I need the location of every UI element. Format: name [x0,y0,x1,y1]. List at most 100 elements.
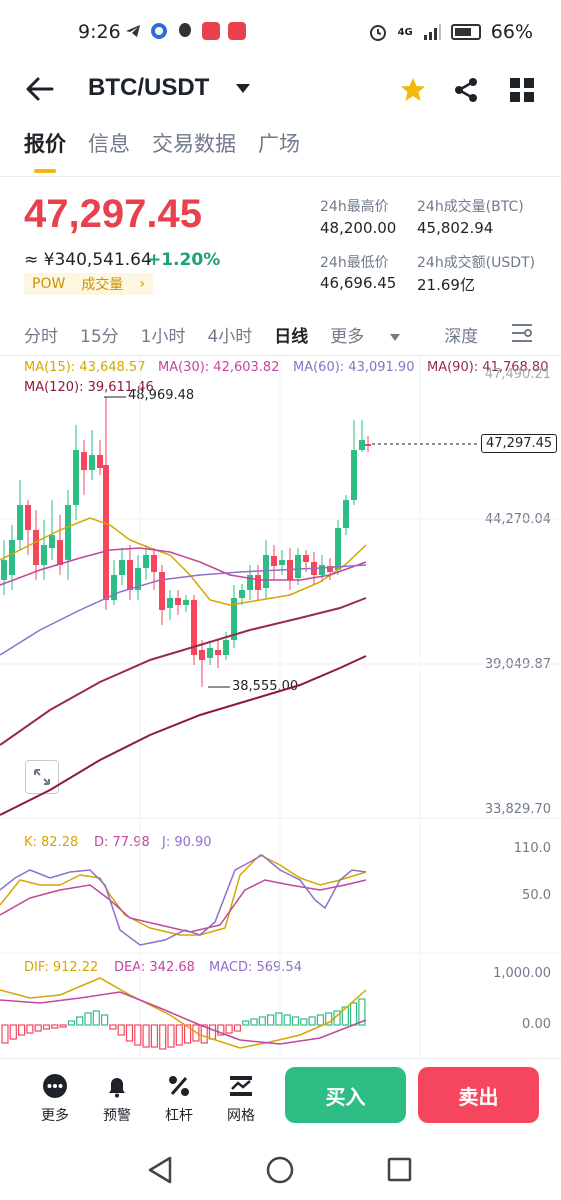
macd-bar [18,1024,26,1036]
sell-button[interactable]: 卖出 [418,1067,539,1123]
macd-bar [109,1024,117,1030]
macd-lines [0,977,367,1049]
candle-body [199,650,205,660]
bell-icon [109,1078,125,1098]
macd-bar [275,1012,283,1026]
grid-label: 网格 [227,1108,255,1124]
candle-body [215,650,221,655]
kline-chart[interactable] [0,0,561,1200]
macd-bar [291,1016,300,1026]
nav-back-icon [148,1156,172,1184]
candle-body [1,560,7,580]
macd-bar [300,1018,308,1026]
candle-body [151,555,157,572]
candle-body [279,560,285,565]
macd-bar [316,1014,324,1026]
macd-bar [9,1024,17,1040]
candle-body [65,505,71,560]
candle-body [143,555,149,568]
macd-bar [350,1002,358,1026]
candle-body [73,450,79,505]
candle-body [271,556,277,566]
candle-body [159,572,165,610]
candle-body [239,590,245,598]
kdj-j-line [0,854,367,946]
nav-home-icon [266,1156,294,1184]
macd-bar [233,1024,241,1032]
more-button[interactable]: 更多 [30,1073,80,1125]
candle-body [41,545,47,565]
system-nav-bar [148,1156,412,1184]
candle-body [303,555,309,562]
candle-body [33,530,39,565]
grid-trading-icon [230,1076,252,1096]
macd-bar [242,1020,250,1026]
macd-bar [250,1018,258,1026]
macd-bar [100,1014,109,1026]
candle-body [49,535,55,548]
macd-bar [1,1024,9,1044]
macd-bar [150,1024,158,1048]
macd-bar [308,1016,316,1026]
nav-recents-icon [387,1157,412,1182]
macd-bar [159,1024,167,1050]
candle-body [183,600,189,605]
kdj-indicator [0,854,367,946]
macd-bar [175,1024,183,1046]
candle-body [365,444,371,446]
macd-bar [208,1024,217,1040]
macd-bar [67,1020,76,1026]
candle-body [319,565,325,575]
candle-body [175,598,181,605]
more-dots-icon [43,1074,67,1098]
candle-body [57,540,63,565]
macd-bar [283,1014,291,1026]
candle-body [255,575,261,590]
candle-body [119,560,125,575]
candle-body [167,598,173,608]
candle-body [103,465,109,600]
ma120-line [0,655,367,816]
candle-body [351,450,357,500]
more-label: 更多 [41,1108,69,1124]
candle-body [343,500,349,528]
macd-bar [26,1024,34,1034]
macd-bar [125,1024,134,1042]
macd-dea-line [0,991,367,1045]
macd-bar [258,1016,266,1026]
macd-bar [42,1024,51,1030]
macd-bar [167,1024,175,1048]
percent-icon [169,1076,189,1096]
leverage-label: 杠杆 [165,1108,193,1124]
macd-bar [59,1024,67,1028]
macd-bar [142,1024,150,1048]
macd-bar [117,1024,125,1036]
candle-body [207,648,213,658]
grid-button[interactable]: 网格 [216,1073,266,1125]
candle-body [9,540,15,575]
buy-button[interactable]: 买入 [285,1067,406,1123]
candle-body [335,528,341,570]
macd-dif-line [0,977,367,1049]
candle-body [223,640,229,655]
macd-bar [92,1010,100,1026]
kdj-d-line [0,879,367,933]
candle-body [97,455,103,468]
candle-body [17,505,23,540]
macd-bar [225,1024,233,1034]
macd-bar [267,1014,275,1026]
alert-button[interactable]: 预警 [92,1073,142,1125]
macd-bar [51,1024,59,1029]
macd-bar [34,1024,42,1032]
candle-body [89,455,95,470]
macd-bar [84,1012,92,1026]
ma90-line [0,597,367,746]
ma15-line [0,517,367,606]
alert-label: 预警 [103,1108,131,1124]
candle-body [25,505,31,530]
candle-body [127,560,133,590]
candlesticks [1,397,371,687]
macd-bar [76,1016,84,1026]
candle-body [295,555,301,578]
leverage-button[interactable]: 杠杆 [154,1073,204,1125]
